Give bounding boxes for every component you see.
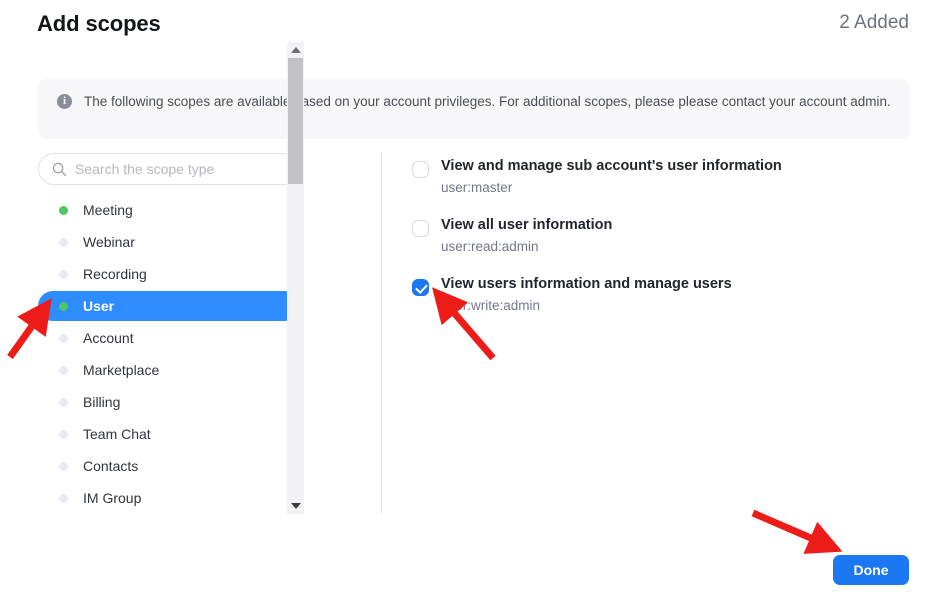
scope-status-dot-icon [59,237,68,247]
scope-type-label: Meeting [83,202,133,218]
scope-status-dot-icon [59,365,68,375]
scroll-down-arrow-icon[interactable] [287,498,304,514]
scope-type-label: IM Group [83,490,142,506]
scope-type-item-marketplace[interactable]: Marketplace [38,355,299,385]
scope-status-dot-icon [59,269,68,279]
panel-divider [381,152,382,514]
page-title: Add scopes [37,11,161,36]
permission-row[interactable]: View all user information user:read:admin [412,217,912,259]
checkbox-unchecked-icon[interactable] [412,161,429,178]
permission-list: View and manage sub account's user infor… [412,158,912,335]
scroll-up-arrow-icon[interactable] [287,42,304,58]
scope-type-label: Marketplace [83,362,160,378]
search-icon [52,162,67,177]
permission-row[interactable]: View and manage sub account's user infor… [412,158,912,200]
info-banner: i The following scopes are available bas… [38,79,910,139]
info-banner-text: The following scopes are available based… [84,94,891,109]
scope-status-dot-icon [59,333,68,343]
scope-type-item-contacts[interactable]: Contacts [38,451,299,481]
scope-status-dot-icon [59,461,68,471]
search-input[interactable] [75,154,290,184]
scope-type-label: Recording [83,266,147,282]
scope-type-label: Account [83,330,134,346]
done-button[interactable]: Done [833,555,909,585]
scope-type-label: User [83,298,115,314]
scope-type-label: Webinar [83,234,135,250]
permission-title: View and manage sub account's user infor… [441,158,782,174]
scope-type-item-im-group[interactable]: IM Group [38,483,299,513]
info-icon: i [57,94,72,109]
search-box[interactable] [38,153,299,185]
add-scopes-dialog: Add scopes 2 Added i The following scope… [0,0,940,601]
scope-type-item-team-chat[interactable]: Team Chat [38,419,299,449]
scope-type-item-billing[interactable]: Billing [38,387,299,417]
scope-type-item-user[interactable]: User [38,291,299,321]
permission-scope-key: user:master [441,180,513,195]
scope-status-dot-icon [59,301,68,311]
added-count-label: 2 Added [839,12,909,33]
scope-status-dot-icon [59,429,68,439]
scope-type-item-webinar[interactable]: Webinar [38,227,299,257]
scope-list-scrollbar[interactable] [287,42,304,514]
scope-status-dot-icon [59,205,68,215]
permission-title: View all user information [441,217,613,233]
permission-scope-key: user:read:admin [441,239,539,254]
dialog-header: Add scopes 2 Added [0,0,940,58]
scope-status-dot-icon [59,397,68,407]
permission-row[interactable]: View users information and manage users u… [412,276,912,318]
scrollbar-thumb[interactable] [288,58,303,184]
permission-title: View users information and manage users [441,276,732,292]
scope-type-item-account[interactable]: Account [38,323,299,353]
checkbox-unchecked-icon[interactable] [412,220,429,237]
scope-type-label: Team Chat [83,426,151,442]
scope-type-item-meeting[interactable]: Meeting [38,195,299,225]
scope-type-label: Contacts [83,458,139,474]
scope-status-dot-icon [59,493,68,503]
checkbox-checked-icon[interactable] [412,279,429,296]
permission-scope-key: user:write:admin [441,298,541,313]
scope-type-item-recording[interactable]: Recording [38,259,299,289]
scope-type-label: Billing [83,394,121,410]
